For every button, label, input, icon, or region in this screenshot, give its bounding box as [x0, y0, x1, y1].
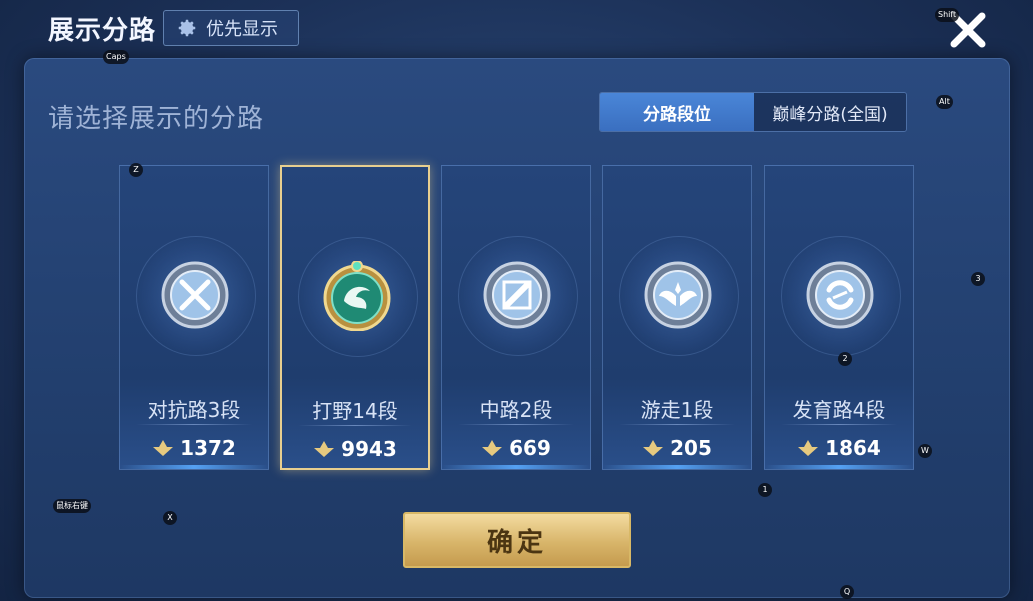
- route-name: 游走1段: [640, 398, 714, 422]
- card-divider: [298, 425, 412, 426]
- gear-icon: [178, 19, 196, 37]
- page-title: 展示分路: [48, 16, 157, 46]
- rank-points-icon: [153, 440, 174, 456]
- route-score: 669: [442, 436, 590, 460]
- card-bottom-glow: [120, 465, 268, 469]
- route-card-roam[interactable]: 游走1段 205: [602, 165, 752, 470]
- cycle-icon: [806, 261, 874, 329]
- rank-points-icon: [314, 441, 335, 457]
- key-hint-alt: Alt: [936, 95, 953, 109]
- route-tabs: 分路段位 巅峰分路(全国): [599, 92, 907, 132]
- key-hint-right-mouse: 鼠标右键: [53, 499, 91, 513]
- key-hint-shift: Shift: [935, 8, 960, 22]
- route-card-clash-lane[interactable]: 对抗路3段 1372: [119, 165, 269, 470]
- card-bottom-glow: [765, 465, 913, 469]
- card-divider: [781, 424, 897, 425]
- priority-display-button[interactable]: 优先显示: [163, 10, 299, 46]
- key-hint-x: X: [163, 511, 177, 525]
- key-hint-caps: Caps: [103, 50, 129, 64]
- priority-display-label: 优先显示: [206, 19, 278, 40]
- route-score-value: 1372: [180, 436, 236, 460]
- tab-peak-route-national[interactable]: 巅峰分路(全国): [754, 93, 906, 131]
- confirm-button[interactable]: 确定: [403, 512, 631, 568]
- slash-staff-icon: [483, 261, 551, 329]
- route-name: 打野14段: [312, 399, 398, 423]
- route-card-jungle[interactable]: 打野14段 9943: [280, 165, 430, 470]
- tab-route-rank[interactable]: 分路段位: [600, 93, 754, 131]
- route-score-value: 205: [670, 436, 712, 460]
- route-name: 对抗路3段: [147, 398, 241, 422]
- key-hint-2: 2: [838, 352, 852, 366]
- key-hint-q: Q: [840, 585, 854, 599]
- route-score: 9943: [282, 437, 428, 461]
- route-name: 发育路4段: [792, 398, 886, 422]
- key-hint-3: 3: [971, 272, 985, 286]
- dragon-icon: [323, 261, 391, 331]
- select-route-heading: 请选择展示的分路: [48, 104, 265, 134]
- card-divider: [458, 424, 574, 425]
- route-card-mid-lane[interactable]: 中路2段 669: [441, 165, 591, 470]
- key-hint-z: Z: [129, 163, 143, 177]
- route-score-value: 1864: [825, 436, 881, 460]
- crossed-swords-icon: [161, 261, 229, 329]
- card-bottom-glow: [603, 465, 751, 469]
- route-score-value: 9943: [341, 437, 397, 461]
- rank-points-icon: [482, 440, 503, 456]
- route-score: 205: [603, 436, 751, 460]
- route-score: 1864: [765, 436, 913, 460]
- key-hint-w: W: [918, 444, 932, 458]
- rank-points-icon: [643, 440, 664, 456]
- key-hint-1: 1: [758, 483, 772, 497]
- card-bottom-glow: [442, 465, 590, 469]
- wings-icon: [644, 261, 712, 329]
- card-divider: [136, 424, 252, 425]
- route-score-value: 669: [509, 436, 551, 460]
- rank-points-icon: [798, 440, 819, 456]
- card-divider: [619, 424, 735, 425]
- route-name: 中路2段: [479, 398, 553, 422]
- route-card-farm-lane[interactable]: 发育路4段 1864: [764, 165, 914, 470]
- route-score: 1372: [120, 436, 268, 460]
